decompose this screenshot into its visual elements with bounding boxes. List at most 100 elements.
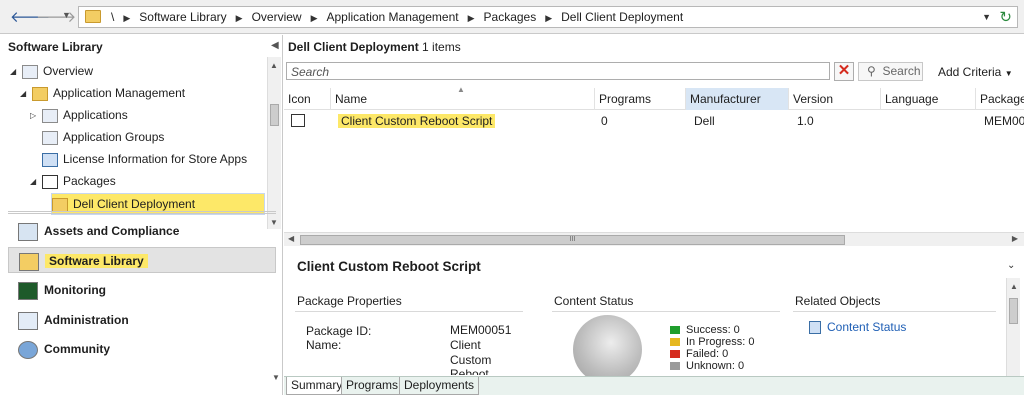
workspace-label: Software Library xyxy=(45,254,148,268)
name-value-line: Custom xyxy=(450,353,492,367)
scrollbar-thumb[interactable] xyxy=(1009,298,1018,324)
legend-item-success: Success: 0 xyxy=(670,324,740,336)
community-icon xyxy=(18,340,38,359)
folder-icon xyxy=(32,86,48,101)
forward-arrow-icon[interactable]: 🡒 xyxy=(36,9,76,27)
column-header-name[interactable]: Name xyxy=(331,88,595,110)
details-title: Client Custom Reboot Script xyxy=(297,259,481,274)
cell-programs: 0 xyxy=(601,114,608,128)
legend-label: In Progress: 0 xyxy=(686,336,755,348)
workspace-assets-and-compliance[interactable]: Assets and Compliance xyxy=(8,218,276,244)
chevron-right-icon[interactable]: ▶ xyxy=(114,11,139,26)
details-scrollbar[interactable]: ▲ xyxy=(1006,278,1020,376)
back-arrow-icon[interactable]: 🡐 xyxy=(10,9,50,27)
expand-arrow-icon[interactable]: ◢ xyxy=(30,172,42,192)
legend-label: Unknown: 0 xyxy=(686,360,745,372)
content-status-icon xyxy=(809,321,821,335)
section-related-objects: Related Objects xyxy=(795,294,881,308)
workspace-administration[interactable]: Administration xyxy=(8,307,276,333)
address-field[interactable]: \ ▶ Software Library ▶ Overview ▶ Application … xyxy=(78,6,1018,28)
navigation-tree: ◢ Overview ◢ Application Management ▷ Appli… xyxy=(0,57,266,229)
tree-item-license-information[interactable]: License Information for Store Apps xyxy=(42,149,247,169)
workspace-label: Monitoring xyxy=(44,283,106,297)
breadcrumb-dell-client-deployment[interactable]: Dell Client Deployment xyxy=(561,10,683,25)
breadcrumb-application-management[interactable]: Application Management xyxy=(327,10,459,25)
collapse-pane-icon[interactable]: ◀ xyxy=(271,40,279,51)
legend-item-failed: Failed: 0 xyxy=(670,348,728,360)
tree-item-overview[interactable]: ◢ Overview xyxy=(10,61,93,81)
tab-summary[interactable]: Summary xyxy=(286,377,348,395)
tree-item-label: Packages xyxy=(63,174,116,188)
column-header-programs[interactable]: Programs xyxy=(595,88,686,110)
cell-name[interactable]: Client Custom Reboot Script xyxy=(334,111,594,131)
details-tab-bar: Summary Programs Deployments xyxy=(284,376,1024,395)
column-header-icon[interactable]: Icon xyxy=(284,88,331,110)
package-icon xyxy=(291,114,305,127)
tree-item-label: License Information for Store Apps xyxy=(63,152,248,166)
tree-item-application-management[interactable]: ◢ Application Management xyxy=(20,83,185,103)
results-pane: Dell Client Deployment 1 items Search ✕ … xyxy=(284,35,1024,395)
divider xyxy=(295,311,523,312)
history-dropdown-icon[interactable]: ▼ xyxy=(62,10,71,20)
column-header-manufacturer[interactable]: Manufacturer xyxy=(686,88,789,110)
chevron-down-icon: ▼ xyxy=(1004,69,1013,78)
column-header-version[interactable]: Version xyxy=(789,88,881,110)
chevron-right-icon[interactable]: ▶ xyxy=(536,11,561,26)
chevron-right-icon[interactable]: ▶ xyxy=(302,11,327,26)
legend-item-unknown: Unknown: 0 xyxy=(670,360,744,372)
scrollbar-thumb[interactable]: III xyxy=(300,235,845,245)
add-criteria-button[interactable]: Add Criteria ▼ xyxy=(938,65,1013,79)
tree-item-application-groups[interactable]: Application Groups xyxy=(42,127,164,147)
scrollbar-thumb[interactable] xyxy=(270,104,279,126)
column-header-package[interactable]: Package xyxy=(976,88,1024,110)
tree-scrollbar[interactable]: ▲ ▼ xyxy=(267,57,281,229)
content-status-link[interactable]: Content Status xyxy=(809,320,906,335)
tree-item-label: Applications xyxy=(63,108,128,122)
address-bar: 🡐 🡒 ▼ \ ▶ Software Library ▶ Overview ▶ Applic… xyxy=(0,0,1024,34)
workspace-software-library[interactable]: Software Library xyxy=(8,247,276,273)
tree-item-applications[interactable]: ▷ Applications xyxy=(30,105,128,125)
workspace-monitoring[interactable]: Monitoring xyxy=(8,277,276,303)
pane-splitter[interactable] xyxy=(8,211,276,214)
column-header-language[interactable]: Language xyxy=(881,88,976,110)
tab-deployments[interactable]: Deployments xyxy=(399,377,480,395)
legend-swatch xyxy=(670,326,680,335)
legend-label: Failed: 0 xyxy=(686,348,729,360)
expand-arrow-icon[interactable]: ◢ xyxy=(20,84,32,104)
refresh-icon[interactable]: ↻ xyxy=(999,8,1012,26)
software-library-icon xyxy=(19,252,39,271)
table-row[interactable]: Client Custom Reboot Script 0 Dell 1.0 M… xyxy=(284,111,1024,131)
breadcrumb-packages[interactable]: Packages xyxy=(484,10,537,25)
scroll-down-icon[interactable]: ▼ xyxy=(272,373,280,382)
breadcrumb-software-library[interactable]: Software Library xyxy=(139,10,226,25)
workspace-label: Assets and Compliance xyxy=(44,224,180,238)
expand-arrow-icon[interactable]: ▷ xyxy=(30,106,42,126)
scroll-up-icon[interactable]: ▲ xyxy=(270,61,278,70)
chevron-right-icon[interactable]: ▶ xyxy=(227,11,252,26)
chevron-right-icon[interactable]: ▶ xyxy=(459,11,484,26)
scroll-up-icon[interactable]: ▲ xyxy=(1010,282,1018,291)
workspace-label: Community xyxy=(44,342,110,356)
chevron-down-icon[interactable]: ⌄ xyxy=(1007,260,1015,271)
scroll-left-icon[interactable]: ◀ xyxy=(288,234,294,243)
clear-search-button[interactable]: ✕ xyxy=(834,62,854,81)
search-button[interactable]: ⚲ Search xyxy=(858,62,923,81)
license-icon xyxy=(42,152,58,167)
expand-arrow-icon[interactable]: ◢ xyxy=(10,62,22,82)
search-input[interactable]: Search xyxy=(286,62,830,80)
section-package-properties: Package Properties xyxy=(297,294,402,308)
administration-icon xyxy=(18,311,38,330)
tree-item-packages[interactable]: ◢ Packages xyxy=(30,171,116,191)
content-status-pie-chart xyxy=(573,315,642,384)
search-button-label: Search xyxy=(882,64,921,78)
scroll-right-icon[interactable]: ▶ xyxy=(1012,234,1018,243)
add-criteria-label: Add Criteria xyxy=(938,65,1002,79)
workspace-community[interactable]: Community xyxy=(8,336,276,362)
address-dropdown-icon[interactable]: ▼ xyxy=(982,12,991,22)
horizontal-scrollbar[interactable]: ◀ III ▶ xyxy=(284,232,1024,246)
overview-icon xyxy=(22,64,38,79)
navigation-pane: Software Library ◀ ◢ Overview ◢ Applicatio… xyxy=(0,35,283,395)
tree-item-label: Overview xyxy=(43,64,94,78)
breadcrumb-overview[interactable]: Overview xyxy=(252,10,302,25)
tab-programs[interactable]: Programs xyxy=(341,377,404,395)
